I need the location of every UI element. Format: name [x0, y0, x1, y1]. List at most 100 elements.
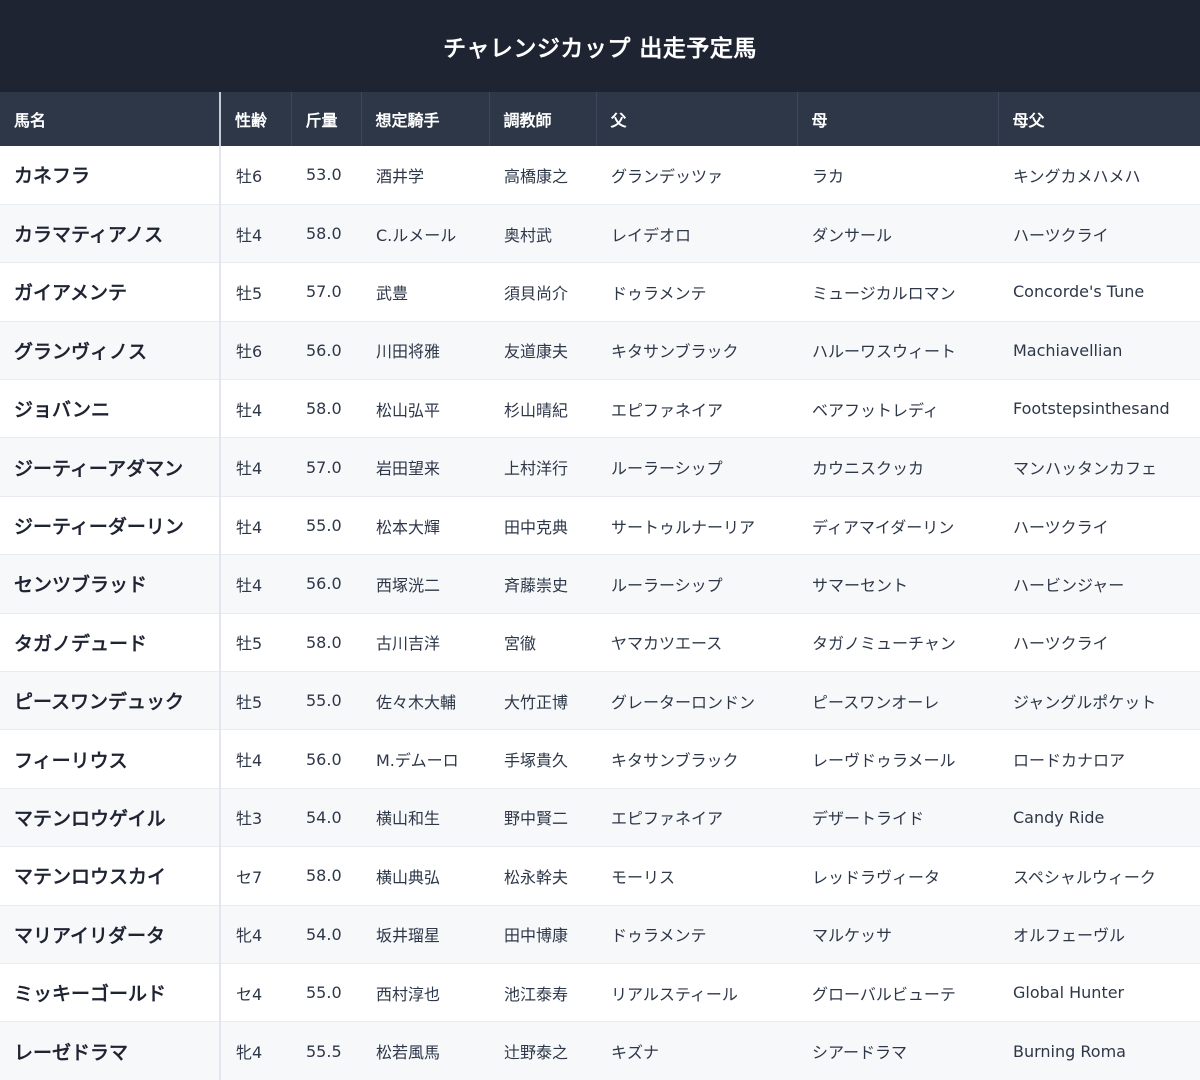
- cell-dam: ベアフットレディ: [812, 400, 939, 420]
- table-row: ピースワンデュック 牡5 55.0 佐々木大輔 大竹正博 グレーターロンドン ピースワンオー…: [0, 671, 1200, 730]
- cell-horse-name: ジョバンニ: [0, 379, 221, 438]
- cell-horse-name: フィーリウス: [0, 729, 221, 789]
- cell-sire: サートゥルナーリア: [611, 517, 756, 537]
- cell-jockey: 古川吉洋: [376, 634, 441, 654]
- cell-broodmare-sire: オルフェーヴル: [1013, 926, 1126, 946]
- cell-jockey: 西村淳也: [376, 984, 441, 1004]
- cell-weight: 57.0: [306, 282, 342, 302]
- cell-jockey: 松本大輝: [376, 517, 441, 537]
- table-row: グランヴィノス 牡6 56.0 川田将雅 友道康夫 キタサンブラック ハルーワスウィート Ma…: [0, 321, 1200, 380]
- cell-sex-age: 牡4: [236, 517, 263, 537]
- cell-sire: キズナ: [611, 1043, 660, 1063]
- cell-horse-name: レーゼドラマ: [0, 1021, 221, 1080]
- column-header-sire: 父: [596, 92, 798, 146]
- column-header-broodmare-sire: 母父: [1012, 111, 1045, 130]
- cell-jockey: 松山弘平: [376, 400, 441, 420]
- cell-sire: ヤマカツエース: [611, 634, 723, 654]
- cell-horse-name: グランヴィノス: [0, 321, 221, 380]
- cell-broodmare-sire: ハーツクライ: [1013, 634, 1109, 654]
- cell-broodmare-sire: ロードカナロア: [1013, 751, 1126, 771]
- cell-sex-age: 牝4: [236, 926, 263, 946]
- table-body: カネフラ 牡6 53.0 酒井学 高橋康之 グランデッツァ ラカ キングカメハメハ カラマティア…: [0, 146, 1200, 1080]
- cell-sex-age: 牡6: [236, 166, 263, 186]
- cell-jockey: 横山典弘: [376, 867, 441, 887]
- cell-sex-age: 牡5: [236, 283, 263, 303]
- cell-horse-name: センツブラッド: [0, 554, 221, 614]
- cell-trainer: 手塚貴久: [504, 751, 569, 771]
- table-row: タガノデュード 牡5 58.0 古川吉洋 宮徹 ヤマカツエース タガノミューチャン ハーツクラ…: [0, 613, 1200, 672]
- cell-horse-name: マテンロウスカイ: [0, 846, 221, 906]
- cell-dam: ディアマイダーリン: [812, 517, 955, 537]
- cell-trainer: 斉藤崇史: [504, 575, 569, 595]
- cell-trainer: 大竹正博: [504, 692, 569, 712]
- cell-dam: レッドラヴィータ: [812, 867, 941, 887]
- cell-broodmare-sire: ジャングルポケット: [1013, 692, 1157, 712]
- cell-weight: 57.0: [306, 457, 342, 477]
- cell-horse-name: カネフラ: [0, 146, 221, 205]
- cell-broodmare-sire: ハーツクライ: [1013, 225, 1109, 245]
- cell-sex-age: 牡3: [236, 809, 263, 829]
- cell-broodmare-sire: マンハッタンカフェ: [1013, 459, 1158, 479]
- cell-horse-name: ジーティーダーリン: [0, 496, 221, 555]
- cell-sex-age: 牡6: [236, 342, 263, 362]
- cell-sire: グランデッツァ: [611, 166, 724, 186]
- page-title: チャレンジカップ 出走予定馬: [0, 0, 1200, 92]
- cell-horse-name: ミッキーゴールド: [0, 963, 221, 1022]
- cell-sire: ルーラーシップ: [611, 575, 723, 595]
- cell-sex-age: 牡5: [236, 634, 263, 654]
- cell-weight: 55.0: [306, 983, 342, 1003]
- cell-dam: サマーセント: [812, 575, 909, 595]
- cell-sex-age: 牡4: [236, 575, 263, 595]
- cell-jockey: 坂井瑠星: [376, 926, 441, 946]
- cell-trainer: 友道康夫: [504, 342, 569, 362]
- cell-sex-age: 牡5: [236, 692, 263, 712]
- table-row: マリアイリダータ 牝4 54.0 坂井瑠星 田中博康 ドゥラメンテ マルケッサ オルフェーヴル: [0, 905, 1200, 964]
- cell-sire: グレーターロンドン: [611, 692, 756, 712]
- cell-dam: レーヴドゥラメール: [812, 751, 956, 771]
- cell-broodmare-sire: ハーツクライ: [1013, 517, 1109, 537]
- cell-weight: 53.0: [306, 165, 342, 185]
- cell-broodmare-sire: キングカメハメハ: [1013, 166, 1141, 186]
- cell-jockey: 武豊: [376, 283, 409, 303]
- cell-dam: タガノミューチャン: [812, 634, 956, 654]
- cell-dam: デザートライド: [812, 809, 925, 829]
- cell-dam: ミュージカルロマン: [812, 283, 956, 303]
- table-row: ジョバンニ 牡4 58.0 松山弘平 杉山晴紀 エピファネイア ベアフットレディ Footst…: [0, 379, 1200, 438]
- cell-sire: エピファネイア: [611, 809, 724, 829]
- cell-trainer: 田中克典: [504, 517, 569, 537]
- cell-trainer: 松永幹夫: [504, 867, 569, 887]
- cell-sex-age: セ7: [236, 867, 263, 887]
- cell-trainer: 上村洋行: [504, 459, 569, 479]
- table-row: センツブラッド 牡4 56.0 西塚洸二 斉藤崇史 ルーラーシップ サマーセント ハービンジャ…: [0, 554, 1200, 614]
- cell-weight: 54.0: [306, 807, 342, 827]
- cell-sire: キタサンブラック: [611, 342, 739, 362]
- cell-jockey: 酒井学: [376, 166, 425, 186]
- table-row: カラマティアノス 牡4 58.0 C.ルメール 奥村武 レイデオロ ダンサール ハーツクライ: [0, 204, 1200, 263]
- cell-dam: カウニスクッカ: [812, 459, 925, 479]
- cell-dam: ラカ: [812, 166, 845, 186]
- cell-trainer: 須貝尚介: [504, 283, 569, 303]
- cell-sire: リアルスティール: [611, 984, 738, 1004]
- cell-jockey: M.デムーロ: [376, 751, 459, 771]
- cell-weight: 56.0: [306, 574, 342, 594]
- cell-sex-age: 牝4: [236, 1043, 263, 1063]
- cell-weight: 55.5: [306, 1041, 342, 1061]
- cell-trainer: 野中賢二: [504, 809, 569, 829]
- cell-weight: 55.0: [306, 516, 342, 536]
- cell-sire: レイデオロ: [611, 225, 692, 245]
- column-header-trainer: 調教師: [489, 92, 597, 146]
- table-row: カネフラ 牡6 53.0 酒井学 高橋康之 グランデッツァ ラカ キングカメハメハ: [0, 146, 1200, 205]
- cell-horse-name: ガイアメンテ: [0, 262, 221, 322]
- table-row: ジーティーダーリン 牡4 55.0 松本大輝 田中克典 サートゥルナーリア ディアマイダーリ…: [0, 496, 1200, 555]
- cell-dam: マルケッサ: [812, 926, 893, 946]
- cell-trainer: 宮徹: [504, 634, 537, 654]
- cell-dam: グローバルビューテ: [812, 984, 956, 1004]
- cell-broodmare-sire: Footstepsinthesand: [1013, 399, 1170, 419]
- cell-broodmare-sire: Concorde's Tune: [1013, 282, 1145, 302]
- column-header-weight: 斤量: [291, 92, 362, 146]
- cell-horse-name: タガノデュード: [0, 613, 221, 672]
- cell-trainer: 辻野泰之: [504, 1043, 569, 1063]
- cell-jockey: 佐々木大輔: [376, 692, 457, 712]
- cell-weight: 58.0: [306, 399, 342, 419]
- cell-horse-name: カラマティアノス: [0, 204, 221, 263]
